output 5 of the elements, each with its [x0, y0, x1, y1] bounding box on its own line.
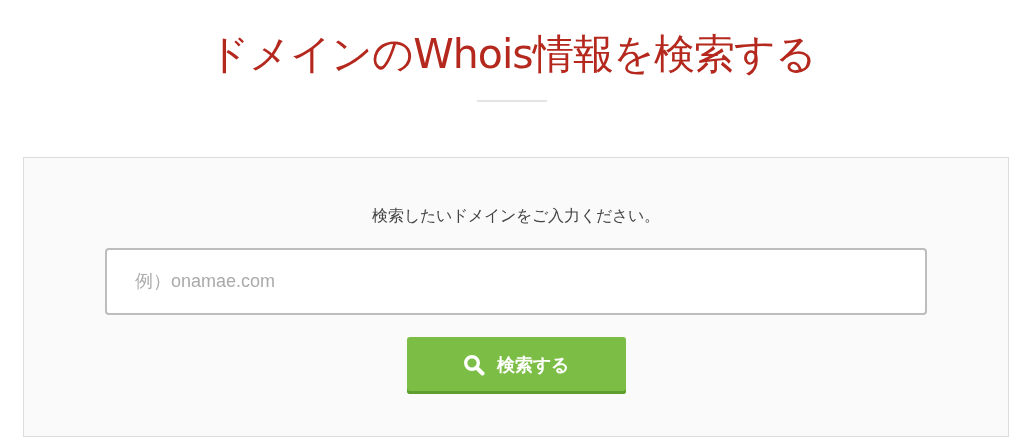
domain-input-field[interactable]: 例）onamae.com — [105, 248, 927, 315]
search-button[interactable]: 検索する — [406, 337, 626, 394]
search-icon — [463, 353, 485, 376]
search-prompt: 検索したいドメインをご入力ください。 — [372, 205, 660, 227]
page-title: ドメインのWhois情報を検索する — [208, 29, 816, 80]
